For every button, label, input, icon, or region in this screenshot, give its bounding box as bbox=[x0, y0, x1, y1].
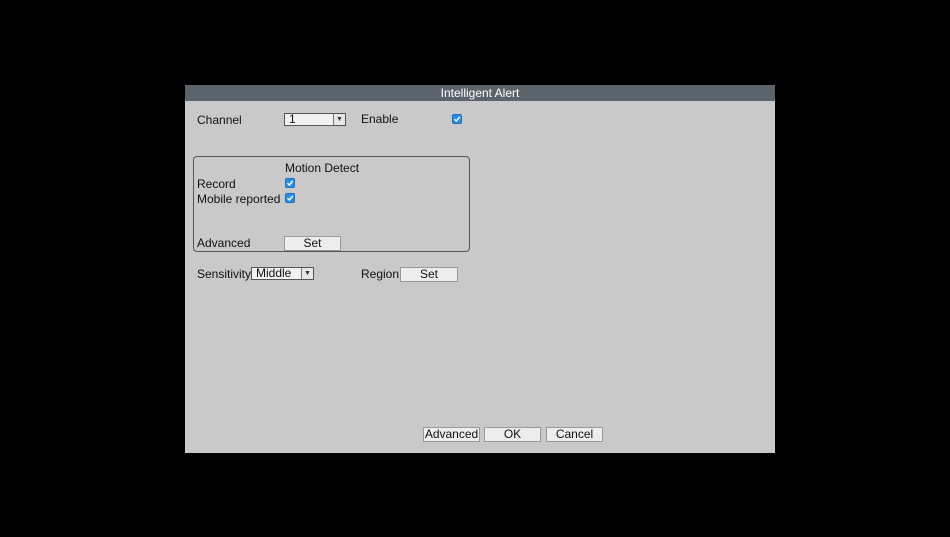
motion-detect-title: Motion Detect bbox=[285, 161, 360, 175]
channel-label: Channel bbox=[197, 113, 242, 127]
sensitivity-select[interactable]: Middle ▼ bbox=[251, 267, 314, 280]
checkmark-icon bbox=[454, 116, 461, 123]
region-set-button[interactable]: Set bbox=[400, 267, 458, 282]
region-label: Region bbox=[361, 267, 400, 281]
channel-select-value: 1 bbox=[289, 112, 296, 126]
sensitivity-label: Sensitivity bbox=[197, 267, 252, 281]
sensitivity-select-value: Middle bbox=[256, 266, 292, 280]
mobile-reported-label: Mobile reported bbox=[197, 192, 281, 206]
mobile-reported-checkbox[interactable] bbox=[285, 193, 295, 203]
checkmark-icon bbox=[287, 180, 294, 187]
ok-button[interactable]: OK bbox=[484, 427, 541, 442]
chevron-down-icon: ▼ bbox=[333, 114, 345, 125]
channel-select[interactable]: 1 ▼ bbox=[284, 113, 346, 126]
advanced-button[interactable]: Advanced bbox=[423, 427, 480, 442]
chevron-down-icon: ▼ bbox=[301, 268, 313, 279]
advanced-label: Advanced bbox=[197, 236, 251, 250]
dialog-title: Intelligent Alert bbox=[185, 85, 775, 101]
cancel-button[interactable]: Cancel bbox=[546, 427, 603, 442]
advanced-set-button[interactable]: Set bbox=[284, 236, 341, 251]
checkmark-icon bbox=[287, 195, 294, 202]
intelligent-alert-dialog: Intelligent Alert Channel 1 ▼ Enable Mot… bbox=[185, 85, 775, 453]
record-label: Record bbox=[197, 177, 236, 191]
enable-checkbox[interactable] bbox=[452, 114, 462, 124]
enable-label: Enable bbox=[361, 112, 399, 126]
record-checkbox[interactable] bbox=[285, 178, 295, 188]
